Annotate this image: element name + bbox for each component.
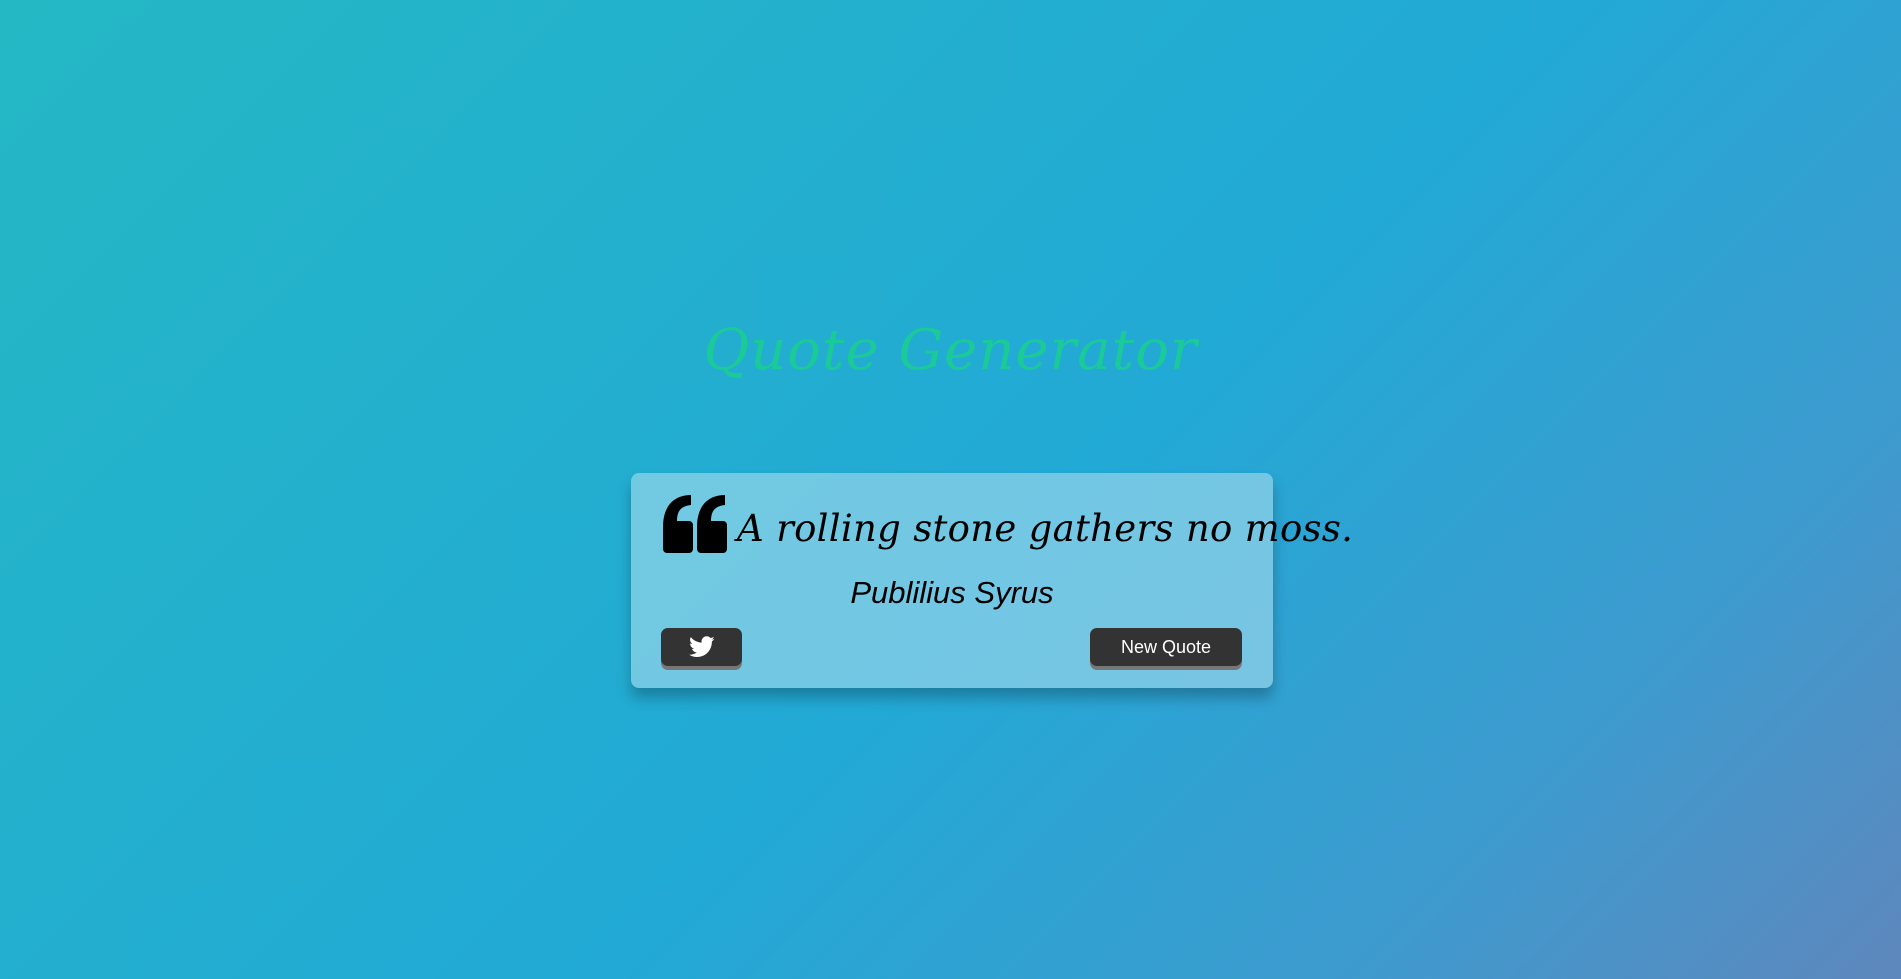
quote-author: Publilius Syrus xyxy=(850,575,1054,610)
twitter-icon xyxy=(688,636,715,657)
page-title: Quote Generator xyxy=(703,318,1198,383)
quote-left-icon xyxy=(663,495,727,553)
quote-card: A rolling stone gathers no moss. Publili… xyxy=(631,473,1353,688)
new-quote-button[interactable]: New Quote xyxy=(1090,628,1242,666)
quote-container: A rolling stone gathers no moss. xyxy=(661,495,1353,555)
quote-text: A rolling stone gathers no moss. xyxy=(737,507,1354,550)
tweet-button[interactable] xyxy=(661,628,742,666)
